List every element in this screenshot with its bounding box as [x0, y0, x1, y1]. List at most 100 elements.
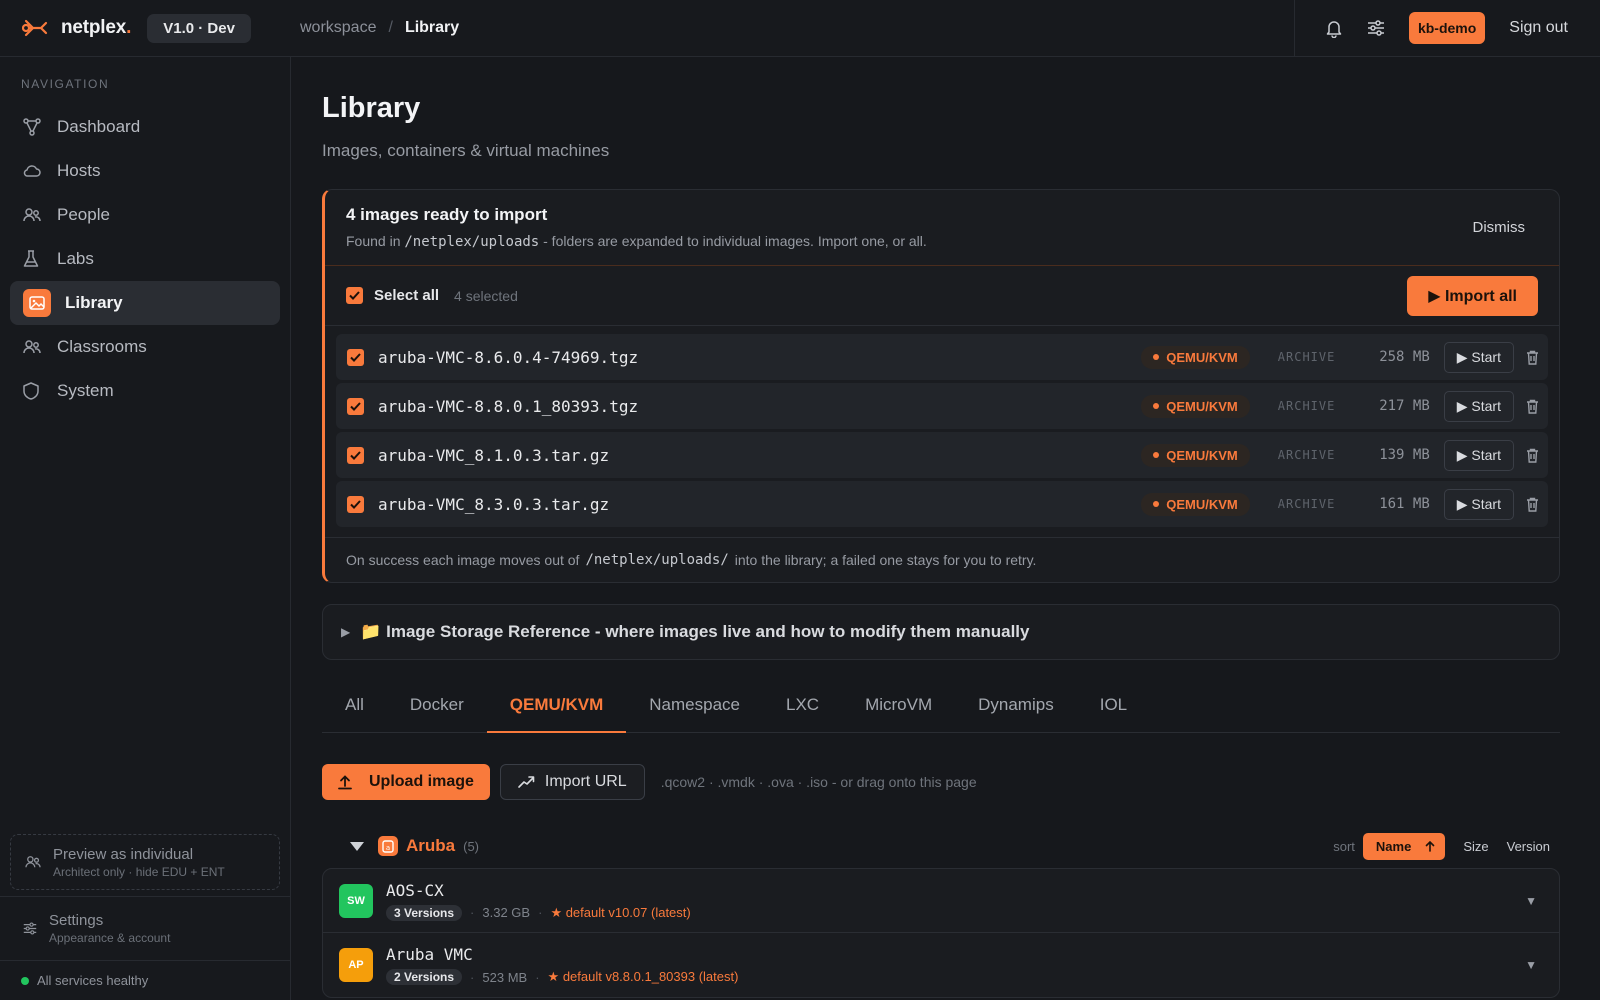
file-row: aruba-VMC-8.8.0.1_80393.tgz QEMU/KVM ARC… [336, 383, 1548, 429]
select-all-checkbox[interactable] [346, 287, 363, 304]
select-all-label[interactable]: Select all [374, 287, 439, 304]
user-badge[interactable]: kb-demo [1408, 12, 1486, 44]
runtime-tabs: All Docker QEMU/KVM Namespace LXC MicroV… [322, 678, 1560, 733]
start-import-button[interactable]: ▶ Start [1443, 390, 1514, 422]
file-checkbox[interactable] [347, 495, 364, 513]
tab-docker[interactable]: Docker [387, 678, 487, 733]
link-icon [517, 775, 535, 789]
status-dot-icon [21, 976, 29, 985]
netplex-logo-icon [22, 19, 48, 37]
trash-icon[interactable] [1526, 497, 1548, 512]
upload-hint: .qcow2 · .vmdk · .ova · .iso - or drag o… [660, 774, 977, 790]
settings-link[interactable]: Settings Appearance & account [0, 896, 290, 960]
start-import-button[interactable]: ▶ Start [1443, 439, 1514, 471]
start-import-button[interactable]: ▶ Start [1443, 341, 1514, 373]
image-name: Aruba VMC [386, 945, 473, 964]
sort-by-size-button[interactable]: Size [1463, 839, 1488, 854]
preview-as-individual-toggle[interactable]: Preview as individual Architect only · h… [10, 834, 280, 890]
brand[interactable]: netplex. V1.0 · Dev [0, 0, 290, 57]
breadcrumb-current: Library [404, 19, 460, 36]
image-size: 523 MB [482, 969, 528, 985]
uploads-path: /netplex/uploads [404, 234, 540, 250]
version-badge[interactable]: V1.0 · Dev [147, 13, 251, 43]
sidebar-item-label: People [57, 205, 110, 224]
image-row[interactable]: SW AOS-CX 3 Versions · 3.32 GB · ★ defau… [323, 869, 1559, 933]
tab-lxc[interactable]: LXC [763, 678, 842, 733]
image-icon [23, 289, 51, 317]
sidebar-item-system[interactable]: System [10, 369, 280, 413]
image-row[interactable]: AP Aruba VMC 2 Versions · 523 MB · ★ def… [323, 933, 1559, 997]
file-checkbox[interactable] [347, 446, 364, 464]
tab-namespace[interactable]: Namespace [626, 678, 763, 733]
sidebar-item-library[interactable]: Library [10, 281, 280, 325]
tab-all[interactable]: All [322, 678, 387, 733]
file-checkbox[interactable] [347, 348, 364, 366]
file-row: aruba-VMC_8.1.0.3.tar.gz QEMU/KVM ARCHIV… [336, 432, 1548, 478]
sidebar-item-people[interactable]: People [10, 193, 280, 237]
import-all-button[interactable]: ▶ Import all [1407, 275, 1538, 316]
people-icon [23, 339, 43, 355]
image-list: SW AOS-CX 3 Versions · 3.32 GB · ★ defau… [322, 868, 1560, 998]
sliders-icon [23, 922, 37, 935]
import-card: 4 images ready to import Found in /netpl… [322, 189, 1560, 583]
file-name: aruba-VMC_8.3.0.3.tar.gz [378, 494, 610, 514]
upload-image-button[interactable]: Upload image [322, 764, 490, 800]
chevron-down-icon[interactable] [350, 841, 364, 851]
type-badge: QEMU/KVM [1141, 394, 1250, 418]
trash-icon[interactable] [1526, 448, 1548, 463]
file-name: aruba-VMC-8.6.0.4-74969.tgz [378, 347, 639, 367]
bell-icon[interactable] [1313, 7, 1355, 49]
dismiss-button[interactable]: Dismiss [1473, 219, 1526, 236]
brand-name: netplex. [61, 17, 132, 38]
health-status: All services healthy [0, 960, 290, 1000]
sidebar-item-dashboard[interactable]: Dashboard [10, 105, 280, 149]
sidebar-item-label: Dashboard [57, 117, 141, 136]
chevron-down-icon[interactable]: ▼ [1525, 958, 1537, 972]
people-icon [23, 207, 43, 223]
image-name: AOS-CX [386, 880, 444, 900]
file-checkbox[interactable] [347, 397, 364, 415]
start-import-button[interactable]: ▶ Start [1443, 488, 1514, 520]
sidebar-item-label: System [57, 381, 114, 400]
versions-badge[interactable]: 2 Versions [386, 969, 463, 985]
trash-icon[interactable] [1526, 399, 1548, 414]
file-kind: ARCHIVE [1277, 350, 1336, 364]
sidebar-item-classrooms[interactable]: Classrooms [10, 325, 280, 369]
file-size: 217 MB [1379, 398, 1430, 414]
default-version: ★ default v10.07 (latest) [550, 904, 691, 920]
library-actions: Upload image Import URL .qcow2 · .vmdk ·… [322, 764, 1560, 800]
image-size: 3.32 GB [482, 905, 531, 920]
preview-title: Preview as individual [53, 845, 194, 863]
tab-microvm[interactable]: MicroVM [842, 678, 955, 733]
people-icon [25, 855, 41, 869]
breadcrumb: workspace / Library [300, 19, 1294, 37]
sidebar-item-labs[interactable]: Labs [10, 237, 280, 281]
file-kind: ARCHIVE [1277, 448, 1336, 462]
versions-badge[interactable]: 3 Versions [386, 904, 463, 921]
vendor-name[interactable]: Aruba [406, 836, 455, 856]
sliders-icon[interactable] [1355, 7, 1397, 49]
chevron-down-icon[interactable]: ▼ [1525, 894, 1537, 908]
sidebar-item-label: Classrooms [57, 337, 147, 356]
breadcrumb-separator: / [388, 19, 393, 36]
import-url-button[interactable]: Import URL [499, 764, 645, 800]
page-title: Library [322, 92, 421, 124]
chevron-right-icon: ▶ [341, 625, 351, 639]
trash-icon[interactable] [1526, 350, 1548, 365]
breadcrumb-workspace[interactable]: workspace [300, 19, 376, 37]
sort-by-name-button[interactable]: Name [1362, 832, 1446, 860]
sort-by-version-button[interactable]: Version [1507, 839, 1550, 854]
sidebar-item-hosts[interactable]: Hosts [10, 149, 280, 193]
top-right-actions: kb-demo Sign out [1293, 0, 1600, 57]
tab-dynamips[interactable]: Dynamips [955, 678, 1077, 733]
image-avatar: SW [339, 883, 373, 918]
settings-subtitle: Appearance & account [49, 931, 171, 945]
sign-out-link[interactable]: Sign out [1509, 19, 1568, 37]
file-kind: ARCHIVE [1277, 399, 1336, 413]
health-text: All services healthy [37, 973, 149, 988]
tab-qemu-kvm[interactable]: QEMU/KVM [486, 678, 627, 733]
storage-reference-toggle[interactable]: ▶ 📁 Image Storage Reference - where imag… [322, 604, 1560, 660]
type-badge: QEMU/KVM [1141, 492, 1250, 516]
tab-iol[interactable]: IOL [1077, 678, 1150, 733]
uploads-path: /netplex/uploads/ [585, 552, 729, 568]
